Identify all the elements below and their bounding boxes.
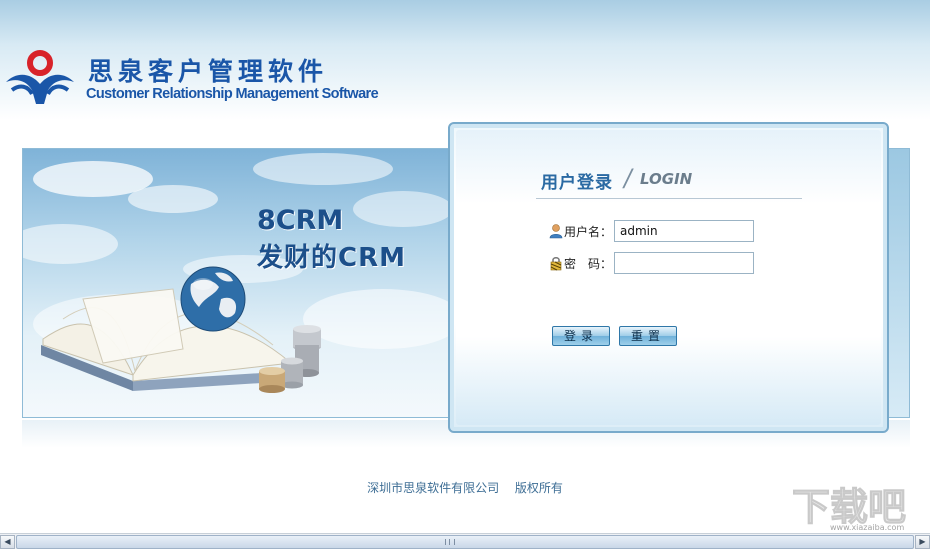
- banner-slogan-line-2: 发财的CRM: [257, 243, 406, 273]
- login-title-underline: [536, 198, 802, 199]
- brand-name-cn: 思泉客户管理软件: [88, 57, 329, 86]
- footer-company: 深圳市思泉软件有限公司: [367, 481, 500, 495]
- banner-slogan-line-1: 8CRM: [257, 205, 344, 236]
- login-title: 用户登录: [541, 173, 613, 193]
- scroll-left-arrow-icon[interactable]: ◀: [0, 535, 15, 549]
- hero-banner: 8CRM 发财的CRM: [22, 148, 452, 418]
- horizontal-scrollbar[interactable]: ◀ ▶: [0, 533, 930, 549]
- login-title-en: LOGIN: [640, 170, 693, 188]
- scroll-thumb[interactable]: [16, 535, 914, 549]
- banner-illustration: [23, 153, 451, 393]
- watermark-site: www.xiazaiba.com: [830, 523, 904, 532]
- login-panel: 用户登录 / LOGIN 用户名： 密 码： 登录 重置: [448, 122, 889, 433]
- watermark-logo: 下载吧 www.xiazaiba.com: [792, 485, 907, 533]
- reset-button[interactable]: 重置: [619, 326, 677, 346]
- username-label: 用户名：: [564, 225, 613, 239]
- footer-rights: 版权所有: [514, 481, 563, 495]
- scroll-grip-icon: [445, 539, 455, 545]
- lock-icon: [550, 257, 562, 271]
- username-input[interactable]: [614, 220, 754, 242]
- brand-name-en: Customer Relationship Management Softwar…: [86, 86, 379, 102]
- user-icon: [549, 224, 563, 239]
- login-button[interactable]: 登录: [552, 326, 610, 346]
- company-logo-icon: [6, 50, 74, 104]
- password-input[interactable]: [614, 252, 754, 274]
- password-label: 密 码：: [564, 257, 613, 271]
- scroll-right-arrow-icon[interactable]: ▶: [915, 535, 930, 549]
